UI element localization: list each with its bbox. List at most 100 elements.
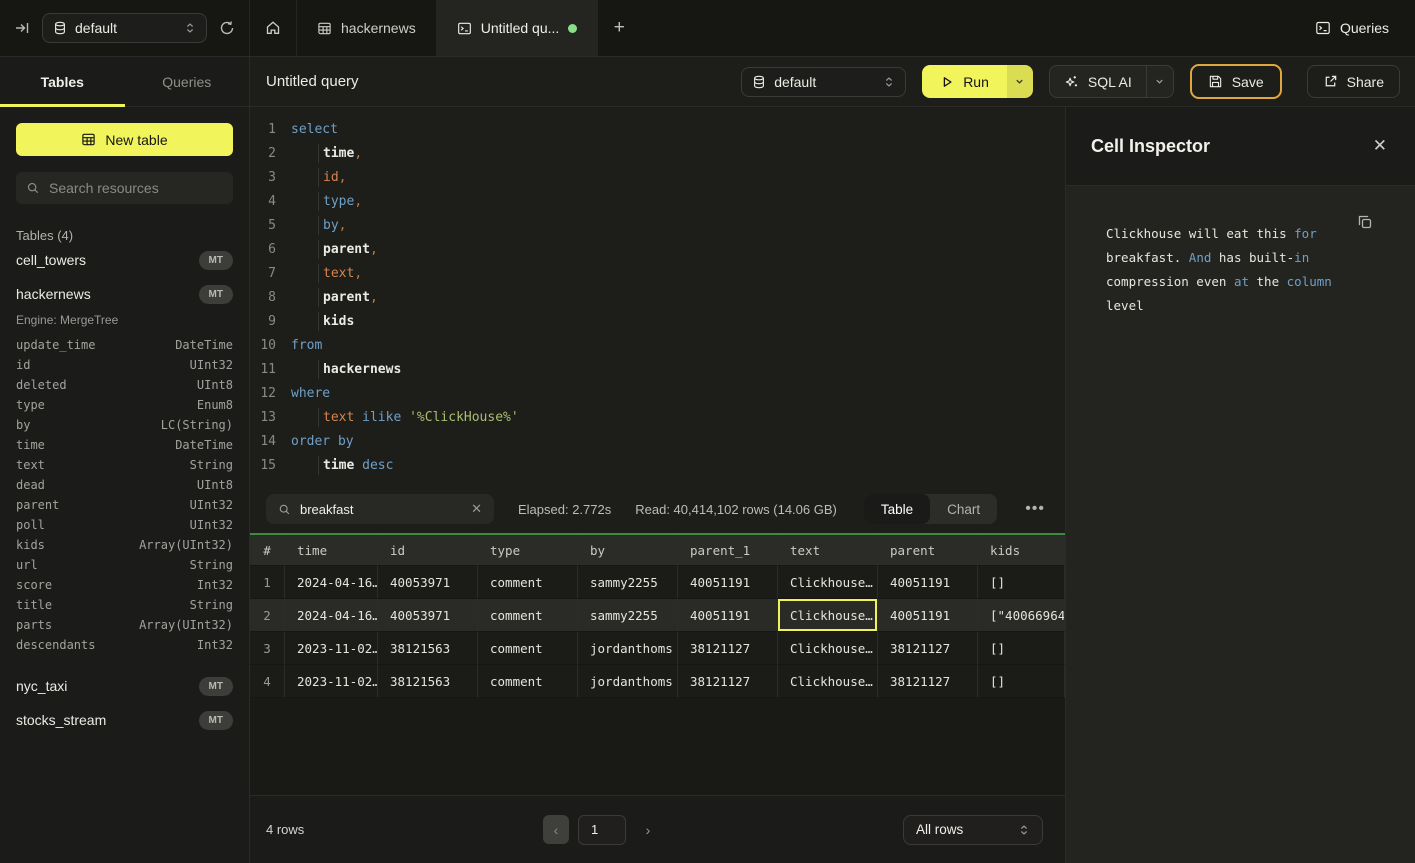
tab-bar: hackernews Untitled qu... + [250,0,640,56]
sql-ai-button[interactable]: SQL AI [1050,66,1146,97]
database-selector[interactable]: default [42,13,207,43]
sql-editor[interactable]: 1select2time,3id,4type,5by,6parent,7text… [250,107,1065,485]
clear-search-button[interactable]: ✕ [471,501,482,517]
collapse-sidebar-button[interactable] [14,20,30,36]
resource-search-input[interactable] [49,180,223,196]
new-table-label: New table [105,132,167,148]
more-options-button[interactable]: ••• [1021,500,1049,518]
code-token: desc [362,458,393,473]
queries-button[interactable]: Queries [1315,20,1389,36]
column-header[interactable]: # [250,535,285,566]
table-cell[interactable]: 38121563 [378,665,478,698]
table-cell[interactable]: 40051191 [878,566,978,599]
read-stat: Read: 40,414,102 rows (14.06 GB) [635,502,837,517]
table-cell[interactable]: Clickhouse… [778,599,878,632]
new-table-button[interactable]: New table [16,123,233,156]
table-list-item[interactable]: hackernewsMT [16,277,233,311]
copy-button[interactable] [1357,214,1373,230]
table-cell[interactable]: Clickhouse… [778,566,878,599]
sidebar-tab-queries[interactable]: Queries [125,57,250,106]
column-header[interactable]: kids [978,535,1065,566]
table-cell[interactable]: comment [478,566,578,599]
view-tab-table[interactable]: Table [864,494,930,524]
table-cell[interactable]: sammy2255 [578,566,678,599]
table-cell[interactable]: 2023-11-02… [285,665,378,698]
table-cell[interactable]: comment [478,665,578,698]
connection-selector[interactable]: default [741,67,906,97]
table-cell[interactable]: 38121127 [678,665,778,698]
editor-line: 7text, [250,261,1065,285]
tab-label: hackernews [341,20,416,36]
page-number-input[interactable] [578,815,626,845]
copy-icon [1357,214,1373,230]
sidebar-tabs: Tables Queries [0,57,249,107]
run-options-button[interactable] [1007,65,1033,98]
column-header[interactable]: parent_1 [678,535,778,566]
table-cell[interactable]: 40051191 [878,599,978,632]
table-column-row: textString [16,455,233,475]
sidebar-tab-tables[interactable]: Tables [0,57,125,106]
table-cell[interactable]: jordanthoms [578,632,678,665]
table-cell[interactable]: 38121563 [378,632,478,665]
table-cell[interactable]: Clickhouse… [778,665,878,698]
column-header[interactable]: id [378,535,478,566]
table-cell[interactable]: [] [978,665,1065,698]
tab-untitled-query[interactable]: Untitled qu... [437,0,599,56]
table-column-row: deletedUInt8 [16,375,233,395]
table-cell[interactable]: 40051191 [678,566,778,599]
tab-home[interactable] [250,0,297,56]
save-button[interactable]: Save [1190,64,1282,99]
table-cell[interactable]: 40051191 [678,599,778,632]
refresh-button[interactable] [219,20,235,36]
column-header[interactable]: type [478,535,578,566]
page-size-selector[interactable]: All rows [903,815,1043,845]
table-list-item[interactable]: cell_towersMT [16,243,233,277]
resource-search[interactable] [16,172,233,204]
code-token: parent [323,242,370,257]
cell-inspector-body: Clickhouse will eat this forbreakfast. A… [1066,186,1415,863]
table-cell[interactable]: 38121127 [878,632,978,665]
column-header[interactable]: parent [878,535,978,566]
new-tab-button[interactable]: + [598,0,640,56]
run-button[interactable]: Run [922,65,1007,98]
column-header[interactable]: text [778,535,878,566]
table-cell[interactable]: 2024-04-16… [285,566,378,599]
editor-line: 8parent, [250,285,1065,309]
results-search[interactable]: ✕ [266,494,494,524]
run-button-label: Run [963,74,989,90]
table-cell[interactable]: 2023-11-02… [285,632,378,665]
next-page-button[interactable]: › [635,815,661,844]
table-cell[interactable]: comment [478,632,578,665]
table-cell[interactable]: comment [478,599,578,632]
code-text: select [291,122,338,137]
table-cell[interactable]: ["40066964… [978,599,1065,632]
table-cell[interactable]: jordanthoms [578,665,678,698]
sql-ai-options-button[interactable] [1146,66,1173,97]
tab-hackernews[interactable]: hackernews [297,0,437,56]
engine-badge: MT [199,711,233,730]
table-cell[interactable]: 40053971 [378,566,478,599]
tables-list: cell_towersMThackernewsMTEngine: MergeTr… [16,243,233,737]
search-icon [26,181,40,195]
results-search-input[interactable] [300,502,462,517]
table-cell[interactable]: 38121127 [878,665,978,698]
table-cell[interactable]: [] [978,632,1065,665]
column-header[interactable]: by [578,535,678,566]
table-cell[interactable]: [] [978,566,1065,599]
line-number: 8 [250,290,276,305]
view-tab-chart[interactable]: Chart [930,494,997,524]
table-cell[interactable]: 40053971 [378,599,478,632]
prev-page-button[interactable]: ‹ [543,815,569,844]
table-cell[interactable]: sammy2255 [578,599,678,632]
table-list-item[interactable]: nyc_taxiMT [16,669,233,703]
close-inspector-button[interactable]: ✕ [1373,136,1387,156]
share-button[interactable]: Share [1307,65,1400,98]
column-header[interactable]: time [285,535,378,566]
table-list-item[interactable]: stocks_streamMT [16,703,233,737]
share-button-label: Share [1347,74,1384,90]
table-cell[interactable]: Clickhouse… [778,632,878,665]
table-cell[interactable]: 38121127 [678,632,778,665]
column-name: deleted [16,378,67,392]
code-token: , [370,242,378,257]
table-cell[interactable]: 2024-04-16… [285,599,378,632]
